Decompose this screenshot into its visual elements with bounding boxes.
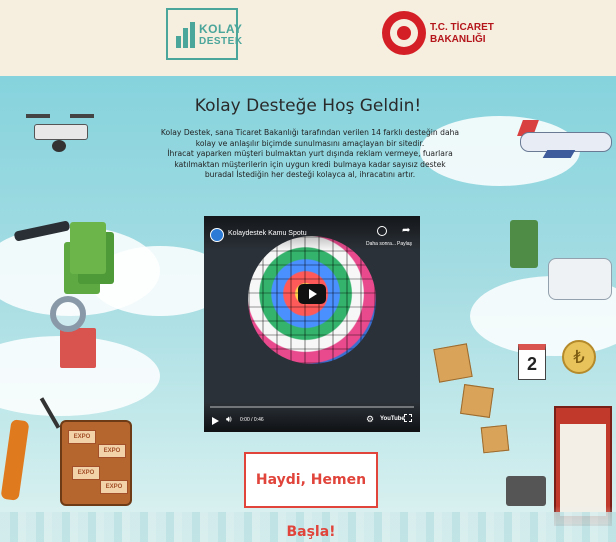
video-player[interactable]: Kolaydestek Kamu Spotu Daha sonra... ➦ P… [204, 216, 420, 432]
expo-sticker: EXPO [98, 444, 126, 458]
watch-later-label[interactable]: Daha sonra... [366, 241, 396, 247]
play-button[interactable] [298, 284, 326, 304]
expo-sticker: EXPO [100, 480, 128, 494]
video-title[interactable]: Kolaydestek Kamu Spotu [228, 230, 307, 237]
video-progress-bar[interactable] [210, 406, 414, 408]
cardboard-box-icon [433, 343, 473, 383]
truck-cargo-icon [560, 424, 606, 516]
airplane-wing-icon [542, 150, 576, 158]
page: KOLAY DESTEK T.C. TİCARET BAKANLIĞI 2 ₺ [0, 0, 616, 542]
drone-camera-icon [52, 140, 66, 152]
ministry-logo-line2: BAKANLIĞI [430, 34, 486, 45]
kolay-logo-line2: DESTEK [199, 36, 243, 47]
description-paragraph: Kolay Destek, sana Ticaret Bakanlığı tar… [160, 128, 460, 148]
drone-icon [34, 124, 88, 140]
expo-sticker: EXPO [68, 430, 96, 444]
page-title: Kolay Desteğe Hoş Geldin! [194, 96, 422, 116]
ministry-emblem-icon [382, 11, 426, 55]
red-cube-icon [60, 328, 96, 368]
volume-icon[interactable]: 🔊︎ [226, 414, 232, 425]
youtube-logo[interactable]: YouTube [380, 416, 405, 422]
ministry-logo-line1: T.C. TİCARET [430, 22, 494, 33]
passport-icon [510, 220, 538, 268]
kolay-logo-line1: KOLAY [199, 22, 243, 36]
share-label[interactable]: Paylaş [397, 241, 412, 247]
printer-icon [506, 476, 546, 506]
share-icon[interactable]: ➦ [402, 226, 410, 236]
bar-chart-icon [176, 22, 196, 48]
start-button[interactable]: Haydi, Hemen Başla! [244, 452, 378, 540]
ministry-logo[interactable]: T.C. TİCARET BAKANLIĞI [380, 8, 500, 60]
magnifier-icon [50, 296, 86, 332]
kolay-destek-logo[interactable]: KOLAY DESTEK [166, 8, 242, 60]
airplane-icon [520, 132, 612, 152]
settings-icon[interactable]: ⚙ [366, 414, 374, 425]
fullscreen-icon[interactable] [404, 414, 412, 422]
suitcase-icon: EXPO EXPO EXPO EXPO [60, 420, 132, 506]
turkish-lira-coin-icon: ₺ [562, 340, 596, 374]
money-stack-icon [70, 222, 106, 274]
channel-avatar-icon[interactable] [210, 228, 224, 242]
description-paragraph: İhracat yaparken müşteri bulmaktan yurt … [167, 149, 453, 179]
description: Kolay Destek, sana Ticaret Bakanlığı tar… [160, 128, 460, 181]
video-time: 0:00 / 0:46 [240, 417, 264, 423]
play-icon[interactable] [212, 417, 219, 425]
cardboard-box-icon [460, 384, 494, 418]
robot-hand-icon [548, 258, 612, 300]
header: KOLAY DESTEK T.C. TİCARET BAKANLIĞI [0, 0, 616, 76]
calendar-icon: 2 [518, 344, 546, 380]
cardboard-box-icon [480, 424, 510, 454]
expo-sticker: EXPO [72, 466, 100, 480]
clock-icon[interactable] [377, 226, 387, 236]
